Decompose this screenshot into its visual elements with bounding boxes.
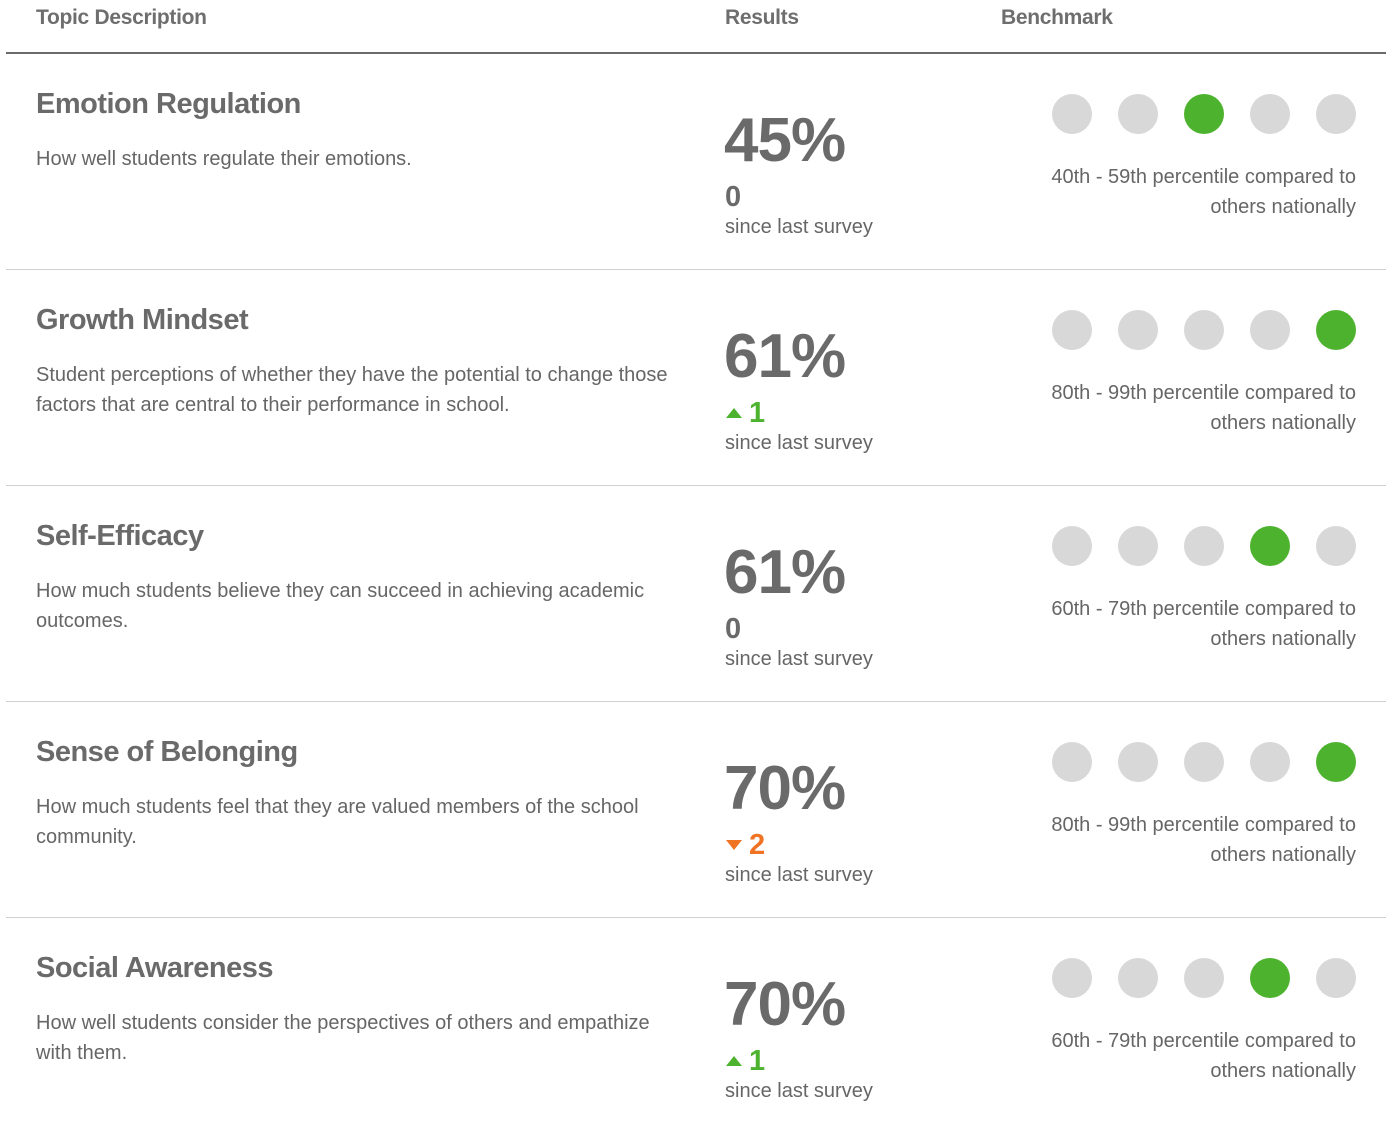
header-topic-description: Topic Description [36,6,207,29]
topic-title: Sense of Belonging [36,736,298,768]
table-body: Emotion Regulation How well students reg… [0,54,1392,1133]
benchmark-dot [1184,526,1224,566]
benchmark-dot [1316,94,1356,134]
since-last-survey-label: since last survey [725,1080,873,1102]
table-row: Emotion Regulation How well students reg… [6,54,1386,270]
benchmark-dot [1250,94,1290,134]
benchmark-dots [1052,526,1356,566]
benchmark-dot [1052,742,1092,782]
change-value: 2 [749,828,766,861]
change-value: 0 [725,180,742,213]
result-percent: 45% [724,106,846,175]
change-indicator: 1 [725,1044,765,1078]
table-row: Self-Efficacy How much students believe … [6,486,1386,702]
benchmark-dot-active [1250,958,1290,998]
header-results: Results [725,6,799,29]
topic-title: Social Awareness [36,952,274,984]
benchmark-dot [1118,94,1158,134]
benchmark-dot [1184,310,1224,350]
benchmark-dot [1052,310,1092,350]
table-row: Social Awareness How well students consi… [6,918,1386,1133]
table-row: Growth Mindset Student perceptions of wh… [6,270,1386,486]
change-value: 0 [725,612,742,645]
benchmark-dots [1052,958,1356,998]
since-last-survey-label: since last survey [725,648,873,670]
benchmark-dot-active [1316,310,1356,350]
change-indicator: 2 [725,828,765,862]
change-value: 1 [749,1044,766,1077]
change-value: 1 [749,396,766,429]
benchmark-dots [1052,742,1356,782]
topic-description: How well students consider the perspecti… [36,1012,650,1064]
topic-description: How much students feel that they are val… [36,796,639,848]
topic-title: Self-Efficacy [36,520,204,552]
benchmark-dot [1118,958,1158,998]
benchmark-dots [1052,94,1356,134]
benchmark-dot [1250,742,1290,782]
header-benchmark: Benchmark [1001,6,1113,29]
benchmark-dot [1052,94,1092,134]
benchmark-dot-active [1250,526,1290,566]
benchmark-dot [1118,742,1158,782]
benchmark-dot [1052,526,1092,566]
benchmark-description: 60th - 79th percentile compared to other… [1051,598,1356,650]
benchmark-dot [1316,526,1356,566]
since-last-survey-label: since last survey [725,864,873,886]
table-row: Sense of Belonging How much students fee… [6,702,1386,918]
benchmark-dot [1250,310,1290,350]
triangle-down-icon [725,839,743,851]
benchmark-dot [1184,742,1224,782]
benchmark-dot-active [1316,742,1356,782]
topic-description: How much students believe they can succe… [36,580,645,632]
result-percent: 61% [724,322,846,391]
topic-description: How well students regulate their emotion… [36,148,412,170]
result-percent: 70% [724,754,846,823]
table-header: Topic Description Results Benchmark [6,0,1386,54]
benchmark-description: 60th - 79th percentile compared to other… [1051,1030,1356,1082]
benchmark-description: 80th - 99th percentile compared to other… [1051,382,1356,434]
change-indicator: 0 [725,612,741,646]
topic-title: Growth Mindset [36,304,249,336]
change-indicator: 0 [725,180,741,214]
since-last-survey-label: since last survey [725,432,873,454]
since-last-survey-label: since last survey [725,216,873,238]
change-indicator: 1 [725,396,765,430]
benchmark-description: 80th - 99th percentile compared to other… [1051,814,1356,866]
triangle-up-icon [725,407,743,419]
benchmark-dot [1118,310,1158,350]
benchmark-dot [1184,958,1224,998]
benchmark-dot [1316,958,1356,998]
result-percent: 70% [724,970,846,1039]
triangle-up-icon [725,1055,743,1067]
benchmark-dot [1118,526,1158,566]
benchmark-dot [1052,958,1092,998]
benchmark-dot-active [1184,94,1224,134]
topic-description: Student perceptions of whether they have… [36,364,668,416]
result-percent: 61% [724,538,846,607]
benchmark-description: 40th - 59th percentile compared to other… [1051,166,1356,218]
topic-title: Emotion Regulation [36,88,301,120]
benchmark-dots [1052,310,1356,350]
results-table: Topic Description Results Benchmark Emot… [0,0,1392,1133]
